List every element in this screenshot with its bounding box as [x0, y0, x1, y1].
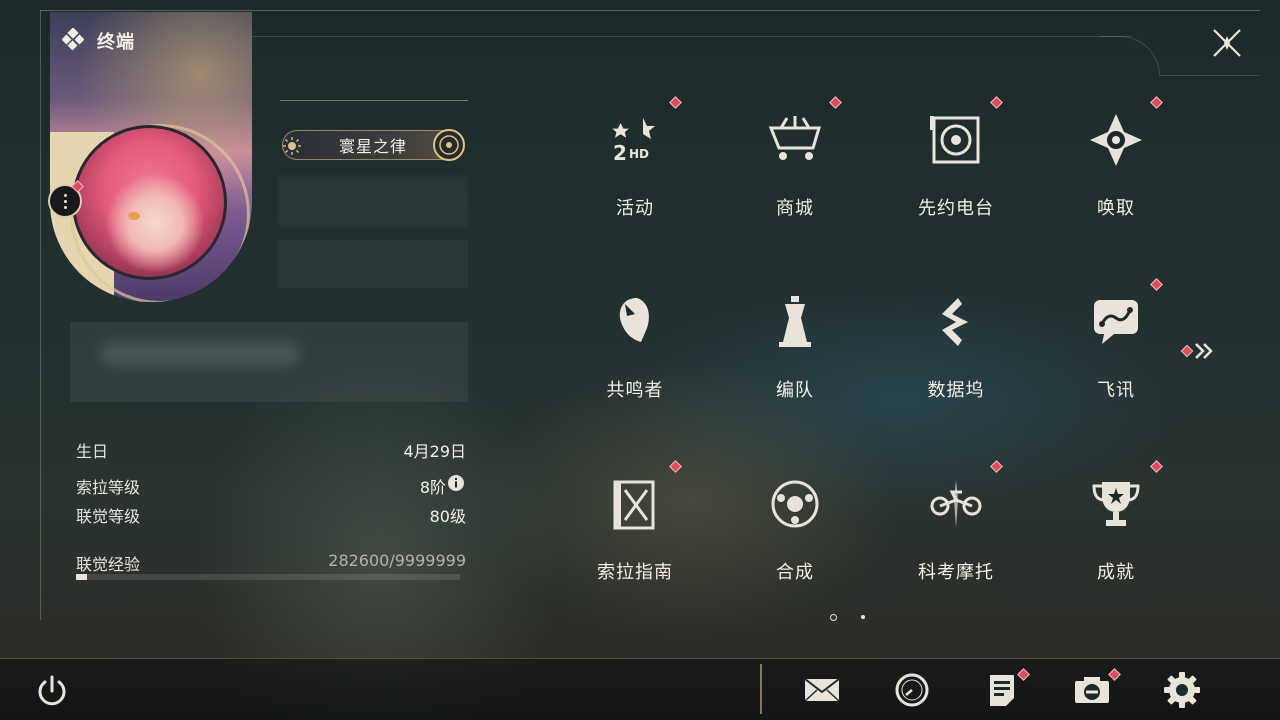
frame-top-line: [40, 10, 1260, 11]
menu-tile-badge: [990, 96, 1003, 109]
team-chess-icon: [767, 294, 823, 350]
page-dot-active[interactable]: [830, 614, 837, 621]
exp-label: 联觉经验: [76, 555, 141, 574]
notice-icon[interactable]: [982, 670, 1022, 710]
radio-pass-icon: [928, 112, 984, 168]
svg-text:2: 2: [613, 141, 627, 165]
menu-tile-badge: [1150, 278, 1163, 291]
menu-tile-badge: [669, 460, 682, 473]
plate-orb-icon: [433, 129, 465, 161]
avatar-eye: [128, 212, 140, 220]
menu-tile-label: 共鸣者: [606, 380, 664, 401]
info-icon[interactable]: [447, 474, 465, 492]
stat-birthday-value: 4月29日: [403, 442, 466, 461]
next-page-arrow-icon[interactable]: [1180, 340, 1224, 362]
convene-icon: [1088, 112, 1144, 168]
menu-tile-label: 成就: [1097, 562, 1135, 583]
mail-icon[interactable]: [802, 670, 842, 710]
menu-tile-label: 编队: [776, 380, 814, 401]
menu-tile-label: 活动: [616, 198, 654, 219]
stat-birthday-label: 生日: [76, 442, 109, 461]
stat-union-level-label: 联觉等级: [76, 507, 141, 526]
close-icon[interactable]: [1208, 24, 1246, 62]
player-id-blurred: [278, 240, 468, 288]
menu-tile-label: 合成: [776, 562, 814, 583]
frame-corner: [1100, 36, 1160, 76]
plate-divider: [280, 100, 468, 101]
menu-tile[interactable]: 唤取: [1036, 92, 1196, 272]
guide-book-icon: [607, 476, 663, 532]
svg-text:HD: HD: [629, 147, 649, 161]
page-dot[interactable]: [861, 615, 865, 619]
menu-tile-label: 商城: [776, 198, 814, 219]
signature-blurred: [70, 322, 468, 402]
menu-tile[interactable]: 数据坞: [876, 274, 1036, 454]
gear-icon[interactable]: [1162, 670, 1202, 710]
power-icon[interactable]: [32, 672, 72, 712]
menu-tile-badge: [829, 96, 842, 109]
menu-tile-badge: [669, 96, 682, 109]
avatar[interactable]: [72, 125, 227, 280]
menu-tile[interactable]: 编队: [715, 274, 875, 454]
message-chat-icon: [1088, 294, 1144, 350]
menu-tile[interactable]: 成就: [1036, 456, 1196, 636]
menu-tile-badge: [1150, 460, 1163, 473]
menu-tile-badge: [1150, 96, 1163, 109]
menu-tile-label: 数据坞: [927, 380, 985, 401]
activity-2hd-icon: 2 HD: [607, 112, 663, 168]
menu-tile[interactable]: 合成: [715, 456, 875, 636]
menu-tile[interactable]: 商城: [715, 92, 875, 272]
frame-right-line: [1160, 75, 1260, 76]
data-bank-icon: [928, 294, 984, 350]
resonator-head-icon: [607, 294, 663, 350]
exp-progress-bar: [76, 574, 460, 580]
stat-sola-level-value: 8阶: [419, 478, 446, 497]
menu-tile[interactable]: 2 HD 活动: [555, 92, 715, 272]
page-title: 终端: [97, 32, 135, 53]
menu-tile[interactable]: 索拉指南: [555, 456, 715, 636]
menu-tile-label: 唤取: [1097, 198, 1135, 219]
clock-icon[interactable]: [892, 670, 932, 710]
stat-sola-level-label: 索拉等级: [76, 478, 141, 497]
menu-tile[interactable]: 先约电台: [876, 92, 1036, 272]
exp-progress-fill: [76, 574, 87, 580]
menu-tile[interactable]: 科考摩托: [876, 456, 1036, 636]
trophy-icon: [1088, 476, 1144, 532]
camera-icon[interactable]: [1072, 670, 1112, 710]
menu-tile-label: 科考摩托: [918, 562, 994, 583]
stat-union-level-value: 80级: [429, 507, 466, 526]
motorbike-icon: [928, 476, 984, 532]
synthesis-icon: [767, 476, 823, 532]
menu-tile-label: 索拉指南: [597, 562, 673, 583]
menu-tile-label: 先约电台: [918, 198, 994, 219]
shop-cart-icon: [767, 112, 823, 168]
terminal-diamond-icon: [62, 28, 84, 50]
menu-tile-label: 飞讯: [1097, 380, 1135, 401]
sun-emblem-icon: [283, 137, 301, 155]
player-name-blurred: [278, 176, 468, 226]
menu-tile[interactable]: 飞讯: [1036, 274, 1196, 454]
menu-tile-badge: [990, 460, 1003, 473]
footer-separator: [760, 664, 762, 714]
frame-left-line: [40, 10, 41, 620]
exp-value: 282600/9999999: [328, 551, 466, 570]
menu-tile[interactable]: 共鸣者: [555, 274, 715, 454]
frame-inner-line: [252, 36, 1132, 37]
